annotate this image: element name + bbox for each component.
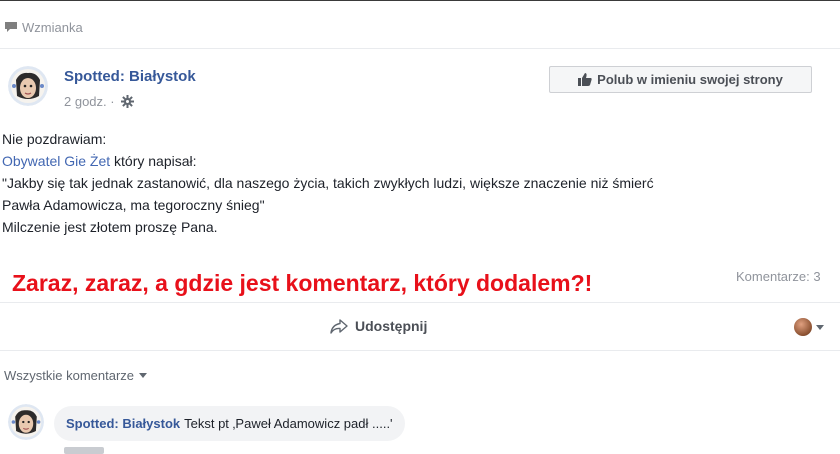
annotation-caption: Zaraz, zaraz, a gdzie jest komentarz, kt… [12, 270, 593, 296]
post-text: który napisał: [110, 153, 197, 169]
divider [0, 48, 840, 49]
viewer-selector[interactable] [794, 318, 824, 336]
comment-author-link[interactable]: Spotted: Białystok [66, 416, 180, 431]
gear-icon[interactable] [120, 95, 134, 108]
comment-filter-label: Wszystkie komentarze [4, 368, 135, 383]
share-arrow-icon [330, 318, 348, 334]
comment-text: Tekst pt ‚Paweł Adamowicz padł .....' [184, 416, 393, 431]
post-line: Nie pozdrawiam: [2, 131, 107, 147]
comment-actions-cutoff [64, 447, 104, 454]
chevron-down-icon [139, 373, 148, 378]
post-time[interactable]: 2 godz. [64, 94, 107, 109]
comment-bubble: Spotted: Białystok Tekst pt ‚Paweł Adamo… [54, 406, 405, 441]
top-border [0, 0, 840, 1]
thumbs-up-icon [578, 73, 592, 86]
post-line: Milczenie jest złotem proszę Pana. [2, 219, 218, 235]
page-avatar[interactable] [8, 66, 48, 106]
post-line-mention: Obywatel Gie Żet który napisał: [2, 150, 654, 172]
divider [0, 350, 840, 351]
commenter-avatar[interactable] [8, 404, 44, 440]
post-line: Pawła Adamowicza, ma tegoroczny śnieg" [2, 197, 265, 213]
share-label: Udostępnij [355, 318, 428, 334]
like-as-page-label: Polub w imieniu swojej strony [597, 72, 783, 87]
mention-label: Wzmianka [4, 17, 83, 37]
comments-count-link[interactable]: Komentarze: 3 [736, 269, 821, 284]
post-line: "Jakby się tak jednak zastanowić, dla na… [2, 175, 654, 191]
comment-filter-dropdown[interactable]: Wszystkie komentarze [4, 368, 148, 383]
like-as-page-button[interactable]: Polub w imieniu swojej strony [549, 66, 812, 93]
mentioned-user-link[interactable]: Obywatel Gie Żet [2, 153, 110, 169]
divider [0, 302, 840, 303]
mention-text: Wzmianka [22, 19, 83, 35]
comment-icon [5, 22, 17, 32]
share-button[interactable]: Udostępnij [330, 318, 427, 334]
viewer-avatar [794, 318, 812, 336]
chevron-down-icon [816, 324, 824, 330]
post-meta: 2 godz. · [64, 94, 134, 109]
page-name-link[interactable]: Spotted: Białystok [64, 68, 196, 85]
post-body: Nie pozdrawiam: Obywatel Gie Żet który n… [2, 128, 654, 238]
